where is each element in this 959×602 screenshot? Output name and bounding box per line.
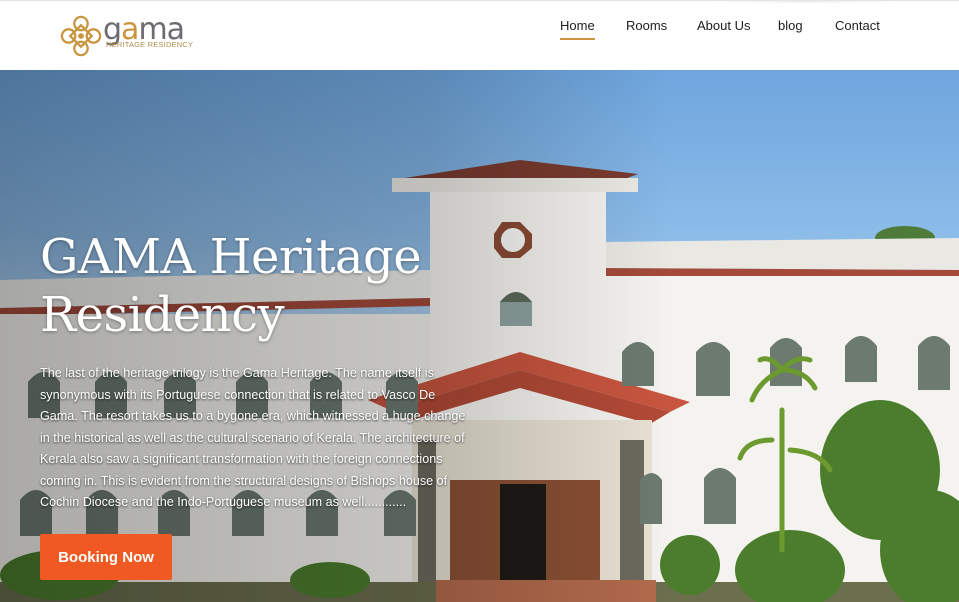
nav-rooms[interactable]: Rooms	[626, 18, 667, 33]
site-header: gama HERITAGE RESIDENCY Home Rooms About…	[0, 0, 959, 70]
nav-about-us[interactable]: About Us	[697, 18, 750, 33]
hero-description: The last of the heritage trilogy is the …	[40, 366, 466, 509]
logo-subtitle: HERITAGE RESIDENCY	[106, 40, 194, 49]
site-logo[interactable]: gama HERITAGE RESIDENCY	[60, 12, 200, 60]
nav-contact[interactable]: Contact	[835, 18, 880, 33]
nav-home[interactable]: Home	[560, 18, 595, 40]
booking-now-button[interactable]: Booking Now	[40, 534, 172, 580]
nav-blog[interactable]: blog	[778, 18, 803, 33]
ornamental-flower-icon	[60, 15, 102, 57]
hero-banner: GAMA Heritage Residency The last of the …	[0, 70, 959, 602]
nav-divider	[700, 1, 910, 3]
hero-title: GAMA Heritage Residency	[40, 229, 422, 343]
